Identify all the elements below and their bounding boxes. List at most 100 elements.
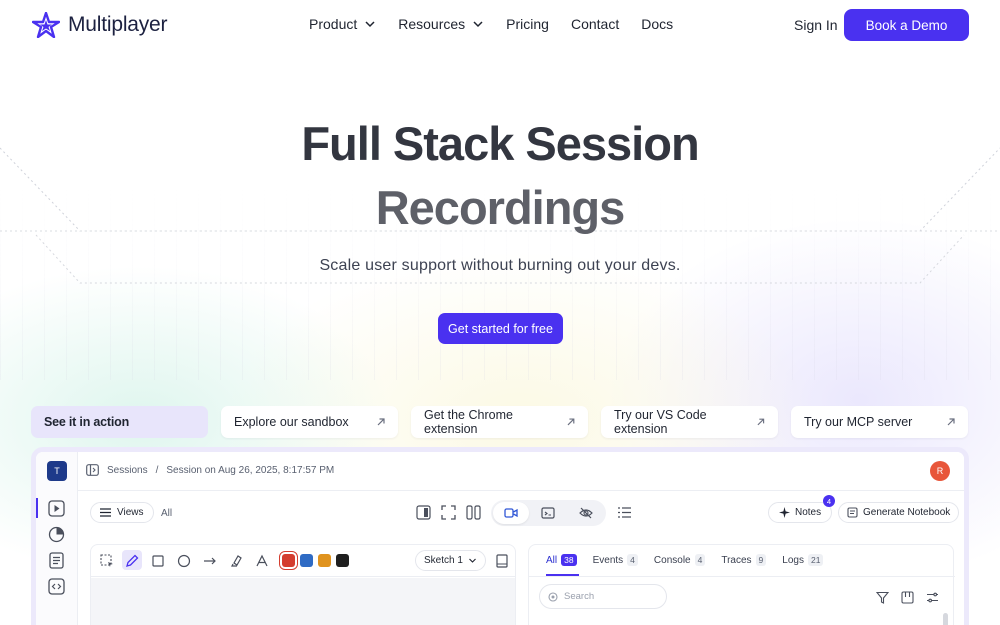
user-avatar[interactable]: R (930, 461, 950, 481)
list-icon[interactable] (617, 505, 632, 520)
color-swatch-blue[interactable] (300, 554, 313, 567)
tab-traces-count: 9 (755, 554, 767, 566)
tab-console-count: 4 (694, 554, 706, 566)
sign-in-link[interactable]: Sign In (794, 17, 838, 33)
sparkle-icon (779, 507, 790, 518)
site-header: Multiplayer Product Resources Pricing Co… (0, 0, 1000, 50)
circle-icon[interactable] (176, 553, 192, 569)
color-swatch-black[interactable] (336, 554, 349, 567)
pie-chart-icon[interactable] (48, 526, 65, 543)
views-button[interactable]: Views (90, 502, 154, 523)
app-window: T Sessions / Session on Aug 26, 2025, 8:… (36, 452, 964, 625)
arrow-right-icon[interactable] (202, 553, 218, 569)
highlighter-icon[interactable] (228, 553, 244, 569)
play-icon[interactable] (48, 500, 65, 517)
filter-all[interactable]: All (161, 508, 172, 519)
sidebar-toggle-icon[interactable] (86, 464, 99, 476)
split-view-icon[interactable] (466, 505, 481, 520)
code-icon[interactable] (48, 578, 65, 595)
text-tool-icon[interactable] (254, 553, 270, 569)
book-demo-button[interactable]: Book a Demo (844, 9, 969, 41)
tab-all-label: All (546, 554, 558, 566)
notes-button[interactable]: Notes (768, 502, 833, 523)
chevron-down-icon (469, 558, 476, 563)
tab-explore-sandbox[interactable]: Explore our sandbox (221, 406, 398, 438)
document-icon[interactable] (48, 552, 65, 569)
tab-logs[interactable]: Logs 21 (782, 554, 824, 566)
tab-events-label: Events (592, 554, 624, 566)
breadcrumb-separator: / (155, 464, 159, 476)
settings-sliders-icon[interactable] (926, 591, 939, 604)
arrow-up-right-icon (567, 418, 575, 426)
tab-console-label: Console (653, 554, 691, 566)
notes-label: Notes (795, 507, 822, 518)
nav-docs-label: Docs (641, 16, 674, 32)
rectangle-icon[interactable] (150, 553, 166, 569)
workspace-avatar[interactable]: T (47, 461, 67, 481)
events-panel: All 38 Events 4 Console 4 Traces 9 Logs (528, 544, 955, 625)
color-swatch-red[interactable] (279, 551, 298, 570)
panel-layout-icon[interactable] (416, 505, 431, 520)
tab-mcp-server[interactable]: Try our MCP server (791, 406, 968, 438)
events-search-input[interactable]: Search (539, 584, 667, 609)
breadcrumb-sessions[interactable]: Sessions (107, 465, 148, 476)
generate-notebook-label: Generate Notebook (863, 507, 951, 518)
chevron-down-icon (473, 21, 483, 28)
tab-see-it-in-action[interactable]: See it in action (31, 406, 208, 438)
view-mode-switcher (491, 500, 606, 526)
menu-icon (100, 508, 111, 517)
tab-label: Try our VS Code extension (614, 408, 707, 436)
select-area-icon[interactable] (99, 553, 115, 569)
fullscreen-icon[interactable] (441, 505, 456, 520)
nav-pricing[interactable]: Pricing (506, 16, 549, 32)
pencil-icon[interactable] (124, 553, 140, 569)
chevron-down-icon (365, 21, 375, 28)
tab-logs-count: 21 (807, 554, 824, 566)
tab-logs-label: Logs (782, 554, 804, 566)
views-label: Views (117, 507, 144, 518)
eye-off-icon[interactable] (579, 506, 593, 520)
nav-contact-label: Contact (570, 16, 620, 32)
generate-notebook-button[interactable]: Generate Notebook (838, 502, 960, 523)
sketch-select[interactable]: Sketch 1 (415, 550, 486, 571)
app-preview: T Sessions / Session on Aug 26, 2025, 8:… (31, 447, 969, 625)
tab-console[interactable]: Console 4 (653, 554, 706, 566)
multiplayer-logo-icon (32, 12, 60, 38)
tab-all[interactable]: All 38 (546, 554, 577, 566)
tab-events-count: 4 (627, 554, 638, 566)
arrow-up-right-icon (947, 418, 955, 426)
video-icon[interactable] (504, 506, 518, 520)
notes-count-badge: 4 (823, 495, 835, 507)
sketch-canvas[interactable] (91, 578, 515, 625)
color-swatch-orange[interactable] (318, 554, 331, 567)
tab-label: Explore our sandbox (234, 415, 349, 429)
tab-chrome-extension[interactable]: Get the Chrome extension (411, 406, 588, 438)
scrollbar[interactable] (943, 613, 948, 625)
sidebar-selection-indicator (36, 498, 38, 518)
tab-vscode-extension[interactable]: Try our VS Code extension (601, 406, 778, 438)
sketch-panel: Sketch 1 (90, 544, 516, 625)
hero-title-line1: Full Stack Session (301, 117, 699, 170)
tab-label: Try our MCP server (804, 415, 913, 429)
terminal-icon[interactable] (541, 506, 555, 520)
tab-events[interactable]: Events 4 (593, 554, 638, 566)
nav-docs[interactable]: Docs (641, 16, 673, 32)
hero-subtitle: Scale user support without burning out y… (319, 257, 681, 274)
nav-resources[interactable]: Resources (398, 16, 484, 32)
nav-product[interactable]: Product (309, 16, 376, 32)
filter-icon[interactable] (876, 591, 889, 604)
nav-product-label: Product (309, 16, 358, 32)
nav-pricing-label: Pricing (506, 16, 549, 32)
get-started-button[interactable]: Get started for free (438, 313, 563, 344)
brand-logo[interactable]: Multiplayer (32, 12, 168, 38)
tab-all-count: 38 (561, 554, 577, 566)
nav-contact[interactable]: Contact (571, 16, 619, 32)
tab-traces[interactable]: Traces 9 (721, 554, 767, 566)
arrow-up-right-icon (377, 418, 385, 426)
columns-icon[interactable] (901, 591, 914, 604)
feature-tabs: See it in action Explore our sandbox Get… (31, 406, 968, 438)
book-icon[interactable] (494, 553, 510, 569)
tab-label: See it in action (44, 415, 130, 429)
notebook-icon (847, 507, 858, 518)
breadcrumb-current: Session on Aug 26, 2025, 8:17:57 PM (166, 464, 335, 476)
